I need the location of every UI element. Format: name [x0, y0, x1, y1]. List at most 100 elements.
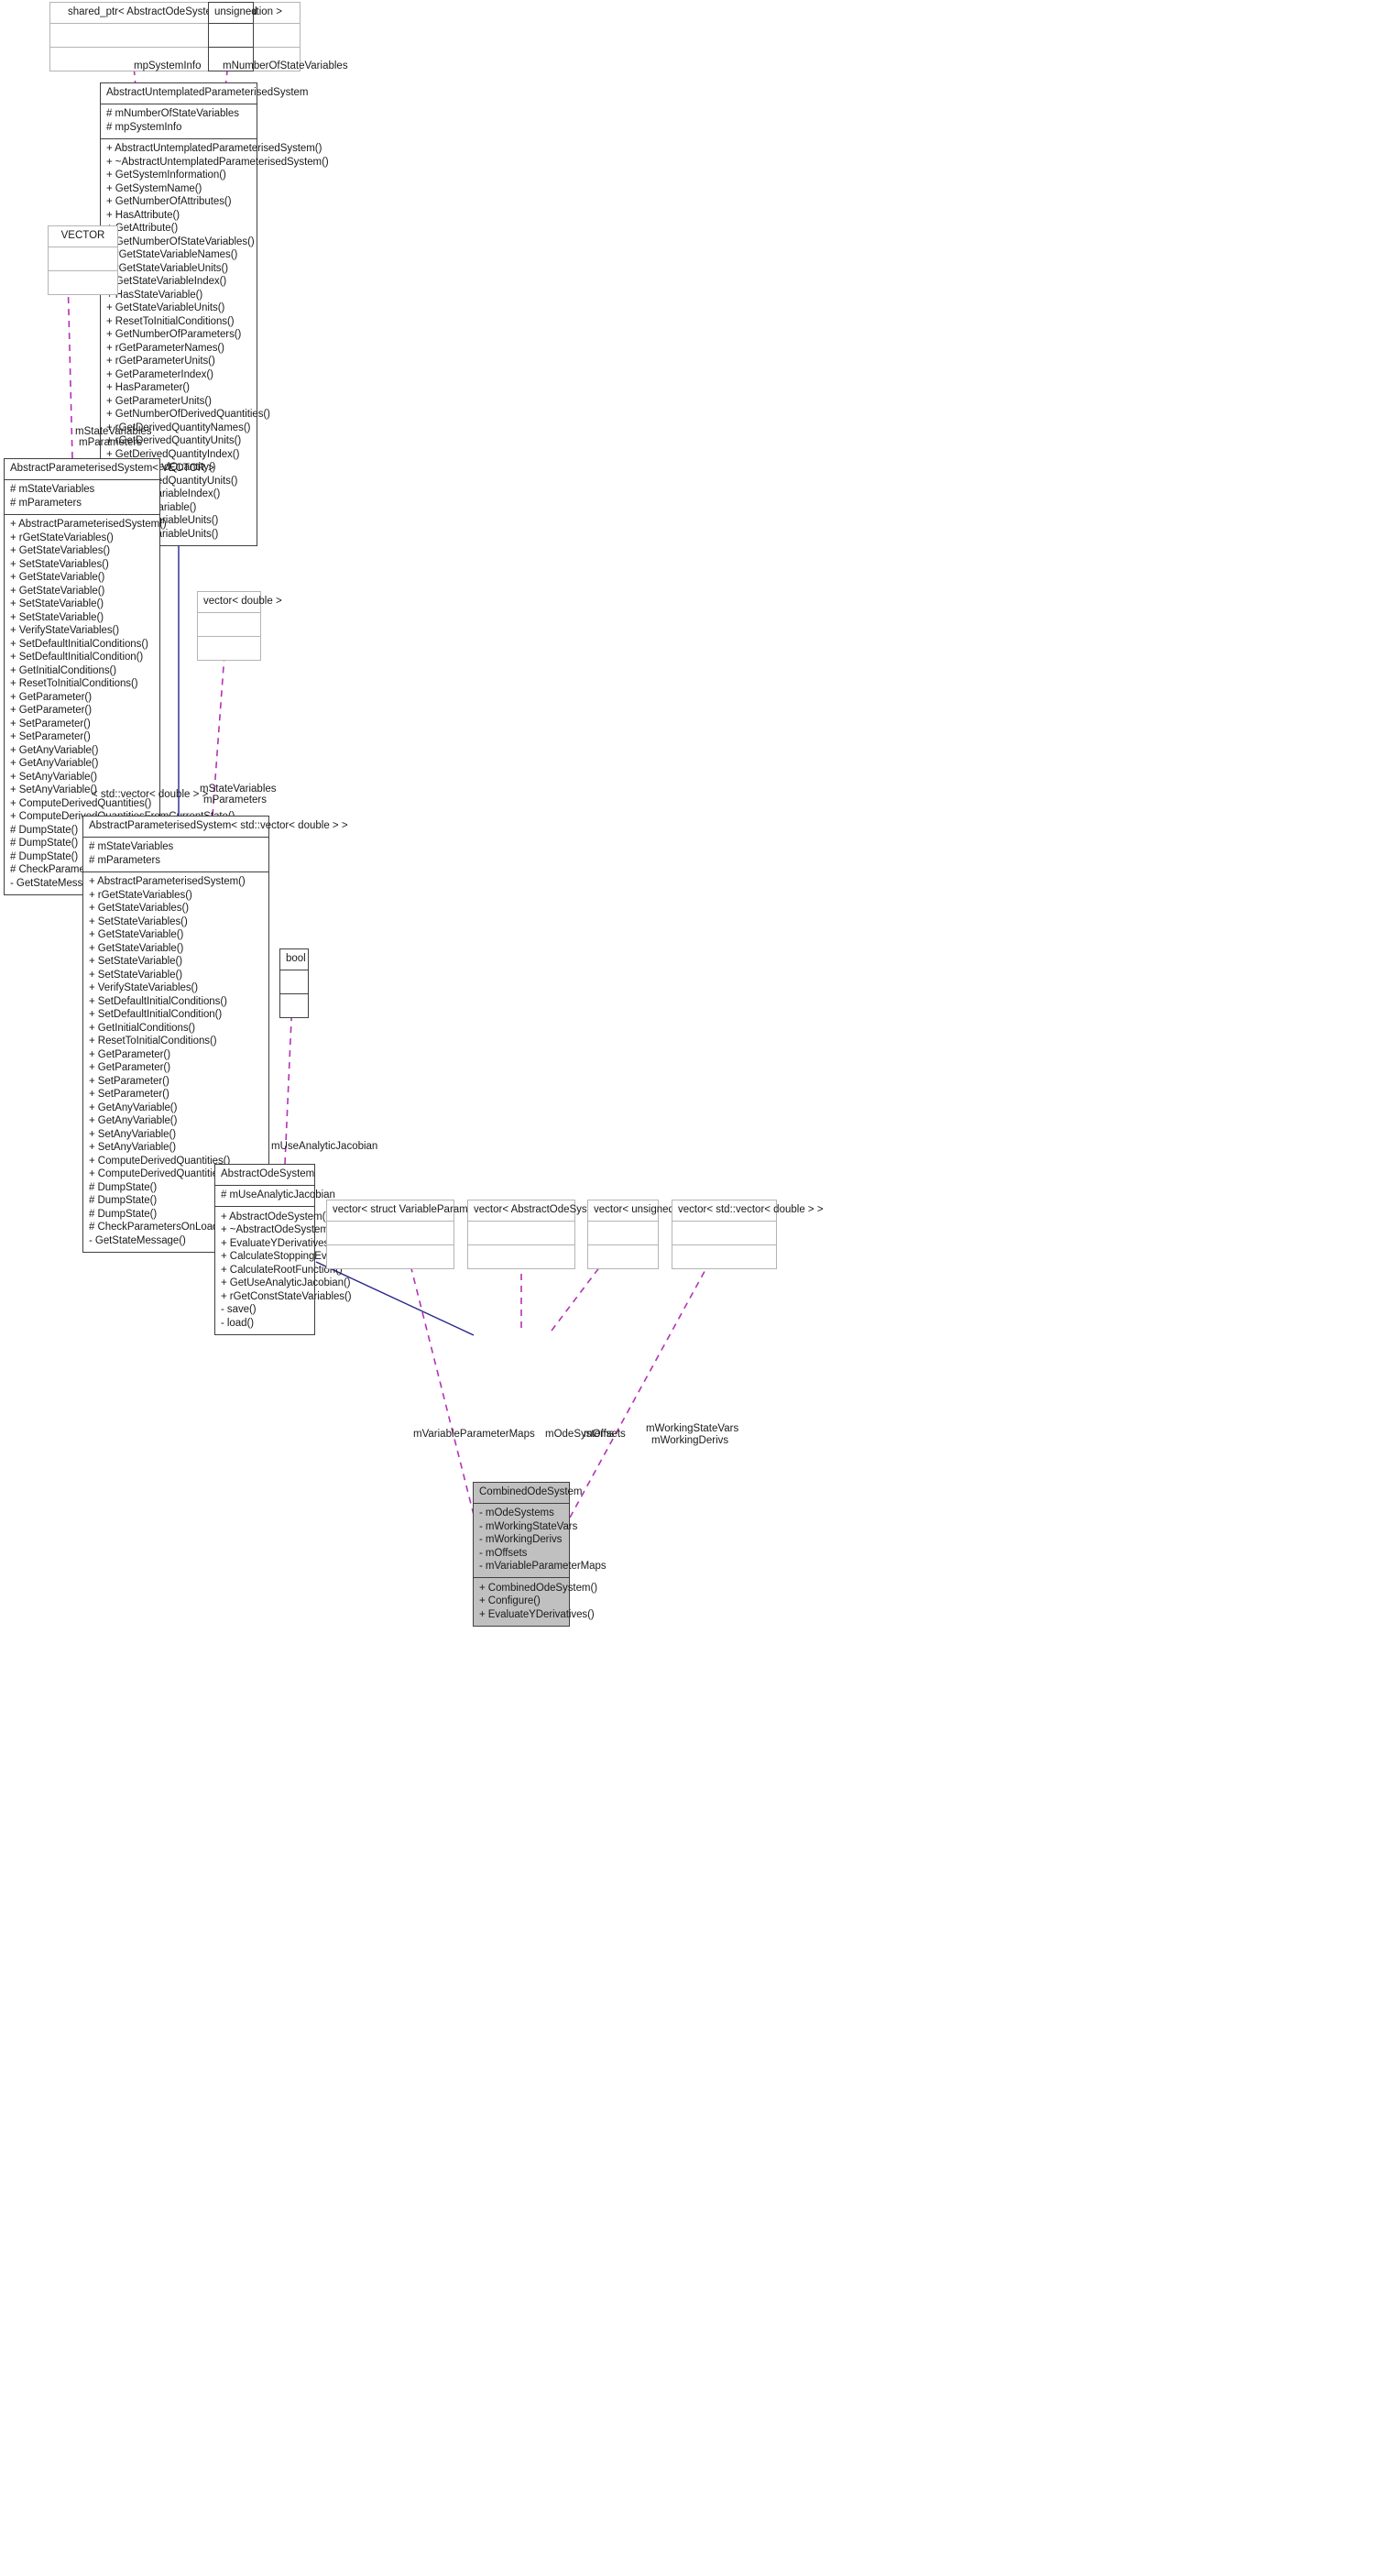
method-row: + SetParameter() [10, 731, 91, 742]
node-title: vector< unsigned > [594, 1204, 683, 1215]
method-row: + EvaluateYDerivatives() [479, 1608, 595, 1620]
method-row: + EvaluateYDerivatives() [221, 1237, 336, 1249]
method-row: + GetStateVariables() [10, 545, 110, 556]
method-row: + HasStateVariable() [106, 289, 203, 301]
method-row: + GetNumberOfAttributes() [106, 196, 232, 207]
node-methods [588, 1245, 658, 1268]
method-row: + GetNumberOfStateVariables() [106, 236, 255, 247]
attribute-row: # mStateVariables [89, 841, 174, 852]
node-methods [327, 1245, 454, 1268]
attribute-row: # mNumberOfStateVariables [106, 108, 239, 119]
attribute-row: # mParameters [10, 497, 82, 509]
node-abstract-ode-system[interactable]: AbstractOdeSystem # mUseAnalyticJacobian… [214, 1164, 352, 1335]
node-title: vector< AbstractOdeSystem * > [474, 1204, 621, 1215]
node-methods: + AbstractOdeSystem() + ~AbstractOdeSyst… [215, 1207, 352, 1334]
edge-label-template-binding: < std::vector< double > > [92, 789, 209, 800]
node-vector-std-vector-double[interactable]: vector< std::vector< double > > [672, 1200, 824, 1269]
edge-label-mnumberofstatevariables: mNumberOfStateVariables [223, 60, 348, 71]
node-bool[interactable]: bool [279, 948, 309, 1018]
node-vector-template-param[interactable]: VECTOR [48, 225, 118, 295]
method-row: + GetParameter() [89, 1062, 170, 1073]
method-row: + GetParameterUnits() [106, 395, 212, 407]
attribute-row: # mpSystemInfo [106, 121, 182, 133]
edge-label-moffsets: mOffsets [584, 1429, 626, 1440]
method-row: + GetAnyVariable() [89, 1115, 178, 1126]
node-vector-unsigned[interactable]: vector< unsigned > [587, 1200, 683, 1269]
node-title: vector< struct VariableParameterMap > [333, 1204, 516, 1215]
method-row: + SetDefaultInitialConditions() [10, 638, 148, 650]
method-row: - load() [221, 1317, 255, 1329]
method-row: + GetAnyVariable() [89, 1102, 178, 1113]
method-row: + CombinedOdeSystem() [479, 1582, 598, 1594]
node-methods [49, 271, 117, 294]
node-attributes [209, 24, 253, 47]
node-attributes: # mNumberOfStateVariables # mpSystemInfo [101, 104, 257, 138]
node-vector-struct-variable-parameter-map[interactable]: vector< struct VariableParameterMap > [326, 1200, 516, 1269]
node-vector-abstract-ode-system-ptr[interactable]: vector< AbstractOdeSystem * > [467, 1200, 621, 1269]
method-row: + SetStateVariables() [10, 558, 109, 570]
method-row: + SetDefaultInitialConditions() [89, 995, 227, 1007]
method-row: + GetNumberOfParameters() [106, 329, 242, 340]
method-row: + GetStateVariables() [89, 903, 189, 914]
edge-label-museanalyticjacobian: mUseAnalyticJacobian [271, 1141, 378, 1152]
method-row: + rGetStateVariableUnits() [106, 262, 229, 274]
attribute-row: - mVariableParameterMaps [479, 1561, 607, 1572]
node-title: vector< std::vector< double > > [678, 1204, 824, 1215]
method-row: + rGetConstStateVariables() [221, 1290, 352, 1302]
method-row: + Configure() [479, 1595, 541, 1606]
node-title: AbstractParameterisedSystem< std::vector… [89, 820, 348, 831]
method-row: + SetAnyVariable() [89, 1142, 177, 1153]
edge-label-mparameters-mid: mParameters [203, 795, 268, 806]
method-row: + SetAnyVariable() [89, 1128, 177, 1140]
node-attributes [49, 247, 117, 270]
method-row: + SetStateVariable() [10, 611, 104, 623]
node-title: CombinedOdeSystem [479, 1486, 583, 1497]
method-row: + ResetToInitialConditions() [10, 678, 138, 689]
node-attributes [468, 1222, 574, 1244]
method-row: + SetParameter() [89, 1089, 169, 1100]
method-row: + rGetStateVariables() [89, 889, 192, 901]
method-row: + HasAttribute() [106, 209, 180, 221]
node-title: bool [286, 953, 306, 964]
method-row: + GetInitialConditions() [10, 664, 117, 676]
node-attributes [327, 1222, 454, 1244]
node-vector-double[interactable]: vector< double > [197, 591, 282, 661]
method-row: + GetAttribute() [106, 223, 179, 234]
uml-diagram-canvas: shared_ptr< AbstractOdeSystemInformation… [0, 0, 1399, 2576]
node-attributes: - mOdeSystems - mWorkingStateVars - mWor… [474, 1504, 607, 1578]
node-methods [468, 1245, 574, 1268]
method-row: + ResetToInitialConditions() [89, 1036, 217, 1047]
node-title: VECTOR [60, 230, 105, 241]
node-title: unsigned [214, 6, 257, 17]
node-attributes [672, 1222, 776, 1244]
method-row: + GetParameter() [10, 705, 92, 716]
method-row: + SetStateVariables() [89, 915, 188, 927]
node-combined-ode-system[interactable]: CombinedOdeSystem - mOdeSystems - mWorki… [473, 1482, 607, 1627]
method-row: + SetParameter() [89, 1075, 169, 1087]
method-row: + SetStateVariable() [89, 956, 183, 967]
attribute-row: - mOffsets [479, 1547, 528, 1559]
method-row: + GetStateVariableIndex() [106, 276, 227, 287]
method-row: + HasParameter() [106, 382, 190, 393]
attribute-row: - mWorkingStateVars [479, 1520, 578, 1532]
node-attributes: # mStateVariables # mParameters [5, 480, 159, 514]
method-row: + AbstractOdeSystem() [221, 1211, 330, 1222]
attribute-row: # mUseAnalyticJacobian [221, 1189, 335, 1200]
method-row: + SetStateVariable() [89, 969, 183, 981]
method-row: + GetUseAnalyticJacobian() [221, 1277, 351, 1288]
method-row: + GetStateVariable() [10, 572, 105, 583]
node-methods: + CombinedOdeSystem() + Configure() + Ev… [474, 1578, 598, 1626]
method-row: + GetInitialConditions() [89, 1022, 196, 1034]
method-row: + SetParameter() [10, 718, 91, 729]
method-row: + VerifyStateVariables() [10, 625, 120, 636]
node-attributes: # mStateVariables # mParameters [83, 838, 268, 871]
method-row: + GetParameter() [89, 1048, 170, 1060]
attribute-row: # mStateVariables [10, 484, 95, 495]
method-row: + GetParameterIndex() [106, 368, 213, 380]
edge-label-mparameters-top: mParameters [79, 437, 143, 448]
node-attributes [588, 1222, 658, 1244]
node-title: AbstractParameterisedSystem< VECTOR > [10, 463, 214, 474]
node-title: AbstractOdeSystem [221, 1168, 315, 1179]
method-row: + CalculateRootFunction() [221, 1264, 343, 1276]
attribute-row: - mWorkingDerivs [479, 1534, 563, 1545]
